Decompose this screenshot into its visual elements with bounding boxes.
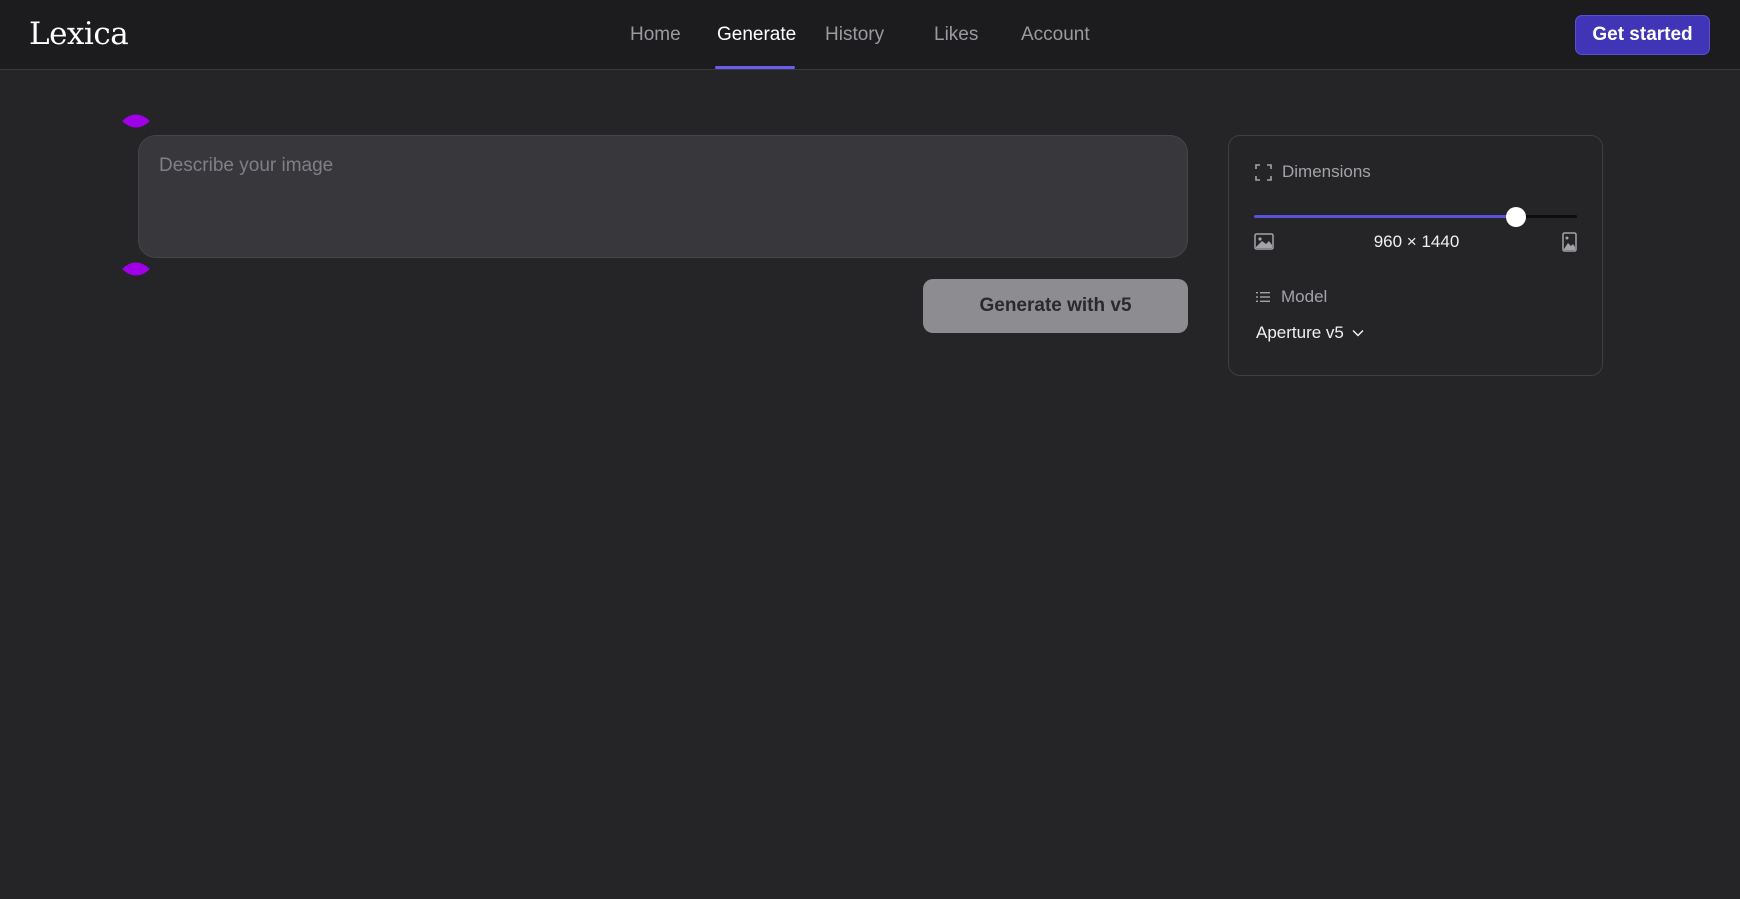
expand-frame-icon	[1255, 163, 1272, 181]
model-heading: Model	[1255, 287, 1327, 307]
model-select[interactable]: Aperture v5	[1256, 323, 1364, 343]
nav-home[interactable]: Home	[630, 24, 681, 46]
resize-handle-icon[interactable]	[121, 111, 151, 133]
main-nav: Home Generate History Likes Account	[0, 0, 1740, 70]
dimensions-slider[interactable]	[1254, 207, 1577, 227]
nav-account[interactable]: Account	[1021, 24, 1090, 46]
model-value: Aperture v5	[1256, 323, 1344, 342]
dimensions-heading: Dimensions	[1255, 162, 1371, 182]
nav-history[interactable]: History	[825, 24, 884, 46]
model-label: Model	[1281, 287, 1328, 306]
resize-handle-icon[interactable]	[121, 259, 151, 281]
slider-thumb[interactable]	[1506, 207, 1526, 227]
generate-button[interactable]: Generate with v5	[923, 279, 1188, 333]
chevron-down-icon	[1352, 329, 1364, 337]
settings-panel: Dimensions 960 × 1440 Model Aperture v5	[1228, 135, 1603, 376]
dimensions-label: Dimensions	[1282, 162, 1371, 181]
list-icon	[1256, 292, 1270, 302]
portrait-image-icon[interactable]	[1562, 232, 1577, 252]
nav-likes[interactable]: Likes	[934, 24, 978, 46]
dimensions-value: 960 × 1440	[1373, 232, 1460, 251]
top-navigation-bar: Lexica Home Generate History Likes Accou…	[0, 0, 1740, 70]
slider-fill	[1254, 215, 1516, 218]
prompt-input[interactable]	[138, 135, 1188, 258]
nav-generate[interactable]: Generate	[717, 24, 796, 46]
active-tab-indicator	[715, 66, 795, 69]
get-started-button[interactable]: Get started	[1575, 15, 1710, 55]
